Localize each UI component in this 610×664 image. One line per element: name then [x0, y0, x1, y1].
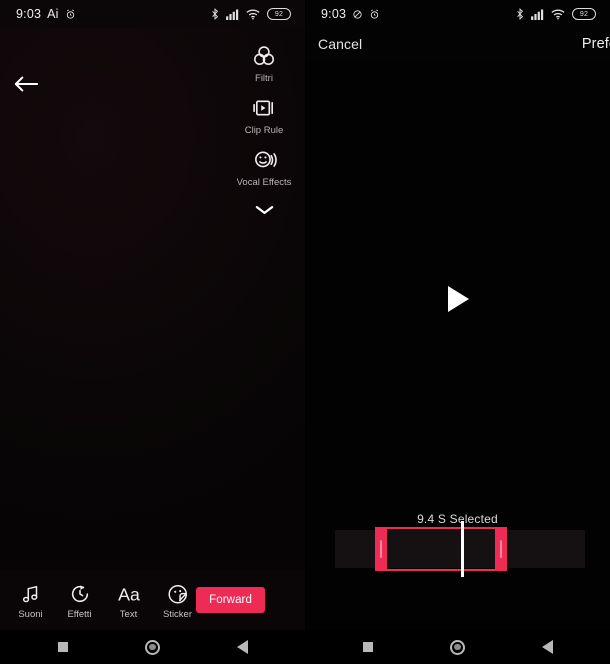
right-status-bar: 9:03 92: [305, 0, 610, 28]
trim-handle-left[interactable]: [375, 527, 387, 571]
circle-icon: [450, 639, 465, 655]
left-status-bar-left: 9:03 Ai: [16, 7, 76, 21]
tool-label-filters: Filtri: [255, 73, 273, 84]
pane-divider: [305, 0, 306, 630]
square-icon: [362, 642, 373, 652]
nav-back-button-left[interactable]: [232, 636, 254, 658]
left-nav-bar: [0, 630, 305, 664]
forward-button[interactable]: Forward: [196, 587, 265, 613]
right-status-time: 9:03: [321, 7, 347, 21]
sticker-smiley-icon: [167, 581, 189, 607]
tool-item-vocal-effects[interactable]: Vocal Effects: [227, 146, 301, 188]
tool-rail: Filtri Clip Rule Vocal Effects: [227, 42, 301, 220]
bluetooth-icon: [516, 8, 524, 20]
confirm-button[interactable]: Prefer: [582, 36, 610, 52]
right-nav-bar: [305, 630, 610, 664]
text-aa-icon: Aa: [115, 581, 143, 607]
battery-level: 92: [274, 10, 284, 18]
left-bottom-toolbar: Suoni Effetti Aa Text Sticker Forward: [0, 570, 305, 630]
nav-back-button-right[interactable]: [537, 636, 559, 658]
toolbar-label-sounds: Suoni: [18, 608, 43, 620]
nav-home-button-right[interactable]: [447, 636, 469, 658]
clip-ruler-icon: [250, 94, 278, 122]
back-button[interactable]: [10, 70, 42, 98]
bluetooth-icon: [211, 8, 219, 20]
alarm-icon: [65, 9, 76, 20]
right-pane-trim-screen: 9:03 92 Cancel Pref 9.4 S Selected: [305, 0, 610, 630]
wifi-icon: [246, 9, 260, 20]
battery-level: 92: [579, 10, 589, 18]
tool-label-vocal-effects: Vocal Effects: [236, 177, 292, 188]
nav-home-button-left[interactable]: [142, 636, 164, 658]
left-pane-video-editor: 9:03 Ai 92 Filtri Clip Rule Vocal Effect…: [0, 0, 305, 630]
playhead-marker[interactable]: [461, 521, 464, 577]
toolbar-label-text: Text: [119, 608, 138, 620]
signal-icon: [531, 8, 544, 20]
app-screen: 9:03 Ai 92 Filtri Clip Rule Vocal Effect…: [0, 0, 610, 664]
trim-handle-right[interactable]: [495, 527, 507, 571]
selection-duration-label: 9.4 S Selected: [417, 512, 498, 526]
tool-label-clip-ruler: Clip Rule: [244, 125, 284, 136]
square-icon: [57, 642, 68, 652]
mute-icon: [352, 9, 363, 20]
vocal-effects-icon: [250, 146, 278, 174]
android-nav-bars: [0, 630, 610, 664]
trim-header: Cancel Prefer: [305, 28, 610, 60]
left-status-bar-right: 92: [211, 8, 291, 20]
triangle-back-icon: [542, 640, 553, 654]
play-button[interactable]: [441, 282, 475, 316]
toolbar-item-sticker[interactable]: Sticker: [153, 581, 202, 620]
toolbar-label-sticker: Sticker: [162, 608, 193, 620]
left-status-time: 9:03: [16, 7, 42, 21]
filters-icon: [250, 42, 278, 70]
tool-item-clip-ruler[interactable]: Clip Rule: [227, 94, 301, 136]
video-preview-area[interactable]: 9.4 S Selected: [305, 60, 610, 630]
music-note-icon: [20, 581, 42, 607]
right-status-bar-left: 9:03: [321, 7, 380, 21]
signal-icon: [226, 8, 239, 20]
tool-item-filters[interactable]: Filtri: [227, 42, 301, 84]
toolbar-label-effects: Effetti: [67, 608, 92, 620]
trim-timeline[interactable]: [335, 521, 585, 577]
triangle-back-icon: [237, 640, 248, 654]
left-video-canvas: Filtri Clip Rule Vocal Effects: [0, 28, 305, 570]
toolbar-item-sounds[interactable]: Suoni: [6, 581, 55, 620]
left-status-bar: 9:03 Ai 92: [0, 0, 305, 28]
chevron-down-icon[interactable]: [249, 200, 279, 220]
circle-icon: [145, 639, 160, 655]
nav-recents-button-right[interactable]: [357, 636, 379, 658]
alarm-icon: [369, 9, 380, 20]
toolbar-item-text[interactable]: Aa Text: [104, 581, 153, 620]
battery-icon: 92: [572, 8, 596, 20]
left-status-ampm: Ai: [47, 7, 59, 21]
toolbar-item-effects[interactable]: Effetti: [55, 581, 104, 620]
toolbar-items: Suoni Effetti Aa Text Sticker: [6, 581, 202, 620]
cancel-button[interactable]: Cancel: [318, 36, 362, 52]
nav-recents-button-left[interactable]: [52, 636, 74, 658]
wifi-icon: [551, 9, 565, 20]
right-status-bar-right: 92: [516, 8, 596, 20]
effects-timer-icon: [69, 581, 91, 607]
trim-selection-region[interactable]: [375, 527, 507, 571]
battery-icon: 92: [267, 8, 291, 20]
dual-screenshot-panes: 9:03 Ai 92 Filtri Clip Rule Vocal Effect…: [0, 0, 610, 630]
svg-text:Aa: Aa: [118, 584, 140, 604]
